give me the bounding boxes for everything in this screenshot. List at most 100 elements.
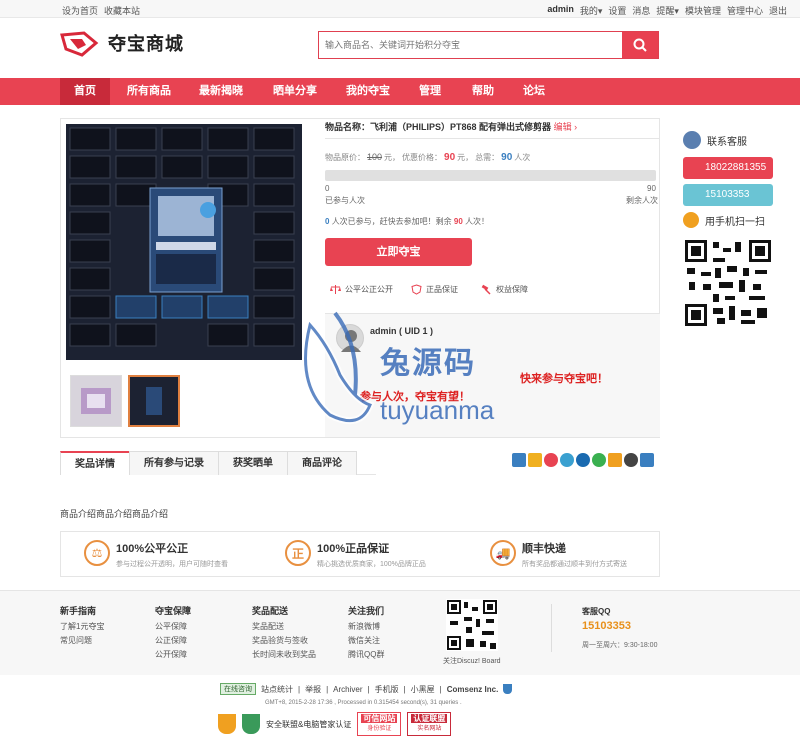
mobile-link[interactable]: 手机版 xyxy=(375,684,399,695)
nav-my-treasure[interactable]: 我的夺宝 xyxy=(337,78,399,105)
truck-icon: 🚚 xyxy=(490,540,516,566)
joined-label: 已参与人次 xyxy=(325,196,365,205)
footer-link[interactable]: 奖品验货与签收 xyxy=(252,634,316,648)
contact-title: 联系客服 xyxy=(707,136,747,148)
footer-link[interactable]: 腾讯QQ群 xyxy=(348,648,384,662)
footer-hours: 周一至周六：9:30-18:00 xyxy=(582,642,658,649)
search-icon xyxy=(633,38,647,52)
online-consult-button[interactable]: 在线咨询 xyxy=(220,683,256,695)
top-bar: 设为首页 收藏本站 admin 我的▾ 设置 消息 提醒▾ 模块管理 管理中心 … xyxy=(0,0,800,18)
phone-button[interactable]: 18022881355 xyxy=(683,157,773,179)
qq-icon[interactable] xyxy=(624,453,638,467)
footer-link[interactable]: 奖品配送 xyxy=(252,620,316,634)
username-link[interactable]: admin xyxy=(547,4,574,17)
tab-all-records[interactable]: 所有参与记录 xyxy=(129,451,219,475)
logo-text: 夺宝商城 xyxy=(108,34,184,54)
scan-label: 用手机扫一扫 xyxy=(705,216,765,228)
site-logo[interactable]: 夺宝商城 xyxy=(60,29,184,57)
tab-winner-shares[interactable]: 获奖晒单 xyxy=(218,451,288,475)
footer-link[interactable]: 微信关注 xyxy=(348,634,384,648)
footer-link[interactable]: 公正保障 xyxy=(155,634,191,648)
scale-icon xyxy=(330,285,341,294)
guarantee-fair: 公平公正公开 xyxy=(330,284,393,295)
footer-qr-label: 关注Discuz! Board xyxy=(443,658,501,665)
remain-label: 剩余人次 xyxy=(626,196,658,205)
comsenz-link[interactable]: Comsenz Inc. xyxy=(447,685,499,694)
buy-now-button[interactable]: 立即夺宝 xyxy=(325,238,472,266)
hammer-icon xyxy=(481,284,491,295)
tab-prize-details[interactable]: 奖品详情 xyxy=(60,451,130,475)
tab-reviews[interactable]: 商品评论 xyxy=(287,451,357,475)
logout-link[interactable]: 退出 xyxy=(769,4,787,17)
product-description: 商品介绍商品介绍商品介绍 xyxy=(60,509,169,519)
my-menu[interactable]: 我的▾ xyxy=(580,4,603,17)
footer-qq-title: 客服QQ xyxy=(582,607,611,616)
nav-share-orders[interactable]: 晒单分享 xyxy=(264,78,326,105)
nav-help[interactable]: 帮助 xyxy=(463,78,503,105)
renren-icon[interactable] xyxy=(576,453,590,467)
admin-center-link[interactable]: 管理中心 xyxy=(727,4,763,17)
archiver-link[interactable]: Archiver xyxy=(333,685,362,694)
tqq-icon[interactable] xyxy=(560,453,574,467)
realname-badge[interactable]: 认证联盟 实名网站 xyxy=(407,712,452,736)
pengyou-icon[interactable] xyxy=(608,453,622,467)
feature-genuine: 正 100%正品保证 精心挑选优质商家，100%品牌正品 xyxy=(285,540,426,569)
bookmark-link[interactable]: 收藏本站 xyxy=(104,4,140,17)
guarantee-rights: 权益保障 xyxy=(481,284,528,295)
stats-link[interactable]: 站点统计 xyxy=(261,684,293,695)
processing-info: GMT+8, 2015-2-28 17:36 , Processed in 0.… xyxy=(265,700,462,706)
search-input[interactable] xyxy=(319,32,622,58)
qq-button[interactable]: 15103353 xyxy=(683,184,773,206)
footer-link[interactable]: 长时间未收到奖品 xyxy=(252,648,316,662)
notifications-menu[interactable]: 提醒▾ xyxy=(656,4,679,17)
header: 夺宝商城 xyxy=(0,19,800,78)
copy-icon[interactable] xyxy=(640,453,654,467)
nav-latest-results[interactable]: 最新揭晓 xyxy=(190,78,252,105)
scale-icon: ⚖ xyxy=(84,540,110,566)
detail-tabs: 奖品详情 所有参与记录 获奖晒单 商品评论 xyxy=(60,451,376,475)
search-button[interactable] xyxy=(622,32,658,58)
contact-header: 联系客服 xyxy=(683,131,775,149)
guard-shield-icon xyxy=(242,714,260,734)
bar-max: 90 xyxy=(647,184,656,193)
footer-link[interactable]: 新浪微博 xyxy=(348,620,384,634)
thumbnail-1[interactable] xyxy=(70,375,122,427)
footer-link[interactable]: 了解1元夺宝 xyxy=(60,620,104,634)
footer-qq-number[interactable]: 15103353 xyxy=(582,620,631,632)
shield-icon xyxy=(411,284,422,295)
messages-link[interactable]: 消息 xyxy=(632,4,650,17)
settings-link[interactable]: 设置 xyxy=(608,4,626,17)
qr-code-icon xyxy=(683,238,773,328)
product-photo xyxy=(66,124,302,360)
edit-link[interactable]: 编辑 › xyxy=(554,122,578,132)
trusted-site-badge[interactable]: 可信网站 身份验证 xyxy=(357,712,402,736)
footer-link[interactable]: 公平保障 xyxy=(155,620,191,634)
report-link[interactable]: 举报 xyxy=(305,684,321,695)
nav-manage[interactable]: 管理 xyxy=(410,78,450,105)
footer-link[interactable]: 公开保障 xyxy=(155,648,191,662)
qzone-icon[interactable] xyxy=(528,453,542,467)
thumbnail-2-selected[interactable] xyxy=(128,375,180,427)
feature-shipping: 🚚 顺丰快递 所有奖品都通过顺丰到付方式寄送 xyxy=(490,540,627,569)
nav-home[interactable]: 首页 xyxy=(60,78,110,105)
nav-all-products[interactable]: 所有商品 xyxy=(118,78,180,105)
module-manage-link[interactable]: 模块管理 xyxy=(685,4,721,17)
weibo-icon[interactable] xyxy=(544,453,558,467)
mobile-icon xyxy=(683,212,699,228)
guarantee-genuine: 正品保证 xyxy=(411,284,458,295)
shield-icon xyxy=(503,684,513,694)
product-main-image xyxy=(66,124,302,360)
bottom-links: 在线咨询 站点统计 | 举报 | Archiver | 手机版 | 小黑屋 | Comse… xyxy=(220,683,513,695)
phone-icon xyxy=(683,131,701,149)
promo-price: 90 xyxy=(444,152,456,163)
blackroom-link[interactable]: 小黑屋 xyxy=(411,684,435,695)
genuine-icon: 正 xyxy=(285,540,311,566)
wechat-icon[interactable] xyxy=(592,453,606,467)
share-more-icon[interactable] xyxy=(512,453,526,467)
nav-forum[interactable]: 论坛 xyxy=(514,78,554,105)
security-shield-icon xyxy=(218,714,236,734)
watermark-text: 兔源码 xyxy=(380,347,476,380)
cert-badges: 安全联盟&电脑管家认证 可信网站 身份验证 认证联盟 实名网站 xyxy=(218,712,452,736)
footer-link[interactable]: 常见问题 xyxy=(60,634,104,648)
set-homepage-link[interactable]: 设为首页 xyxy=(62,4,98,17)
